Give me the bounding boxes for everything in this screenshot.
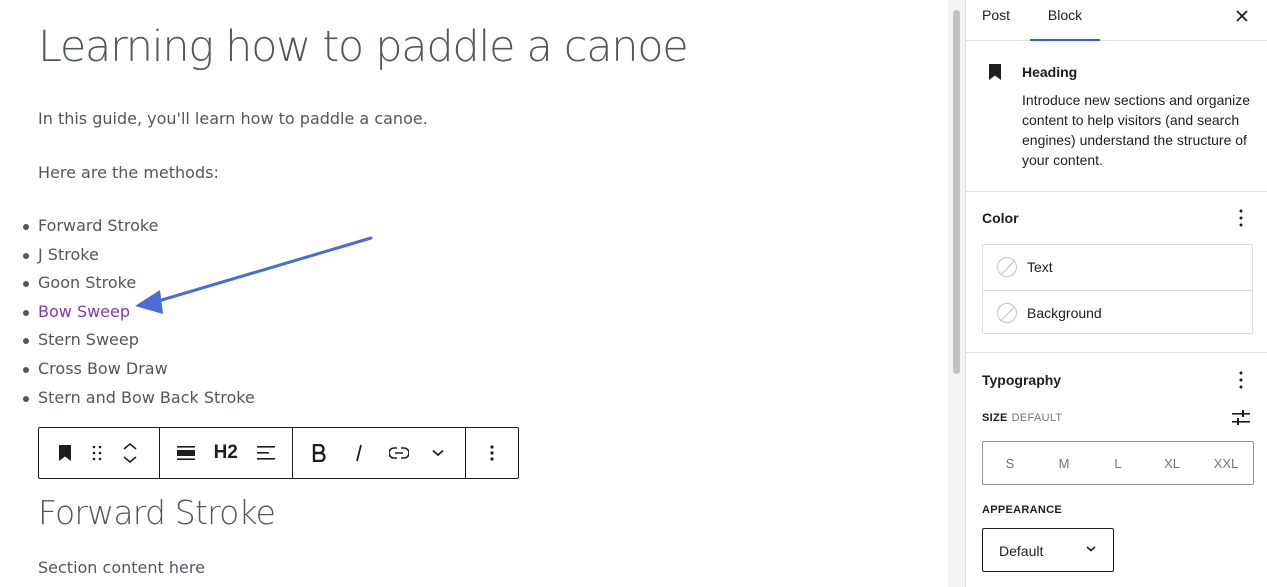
size-option-xxl[interactable]: XXL (1199, 442, 1253, 484)
settings-sidebar: Post Block Heading Introduce new section… (966, 0, 1267, 587)
appearance-select[interactable]: Default (982, 528, 1114, 572)
color-swatch-icon (997, 303, 1017, 323)
text-align-button[interactable] (240, 428, 292, 478)
size-option-s[interactable]: S (983, 442, 1037, 484)
text-color-option[interactable]: Text (983, 245, 1252, 290)
font-size-label: SIZE DEFAULT (982, 412, 1062, 424)
list-item[interactable]: Forward Stroke (0, 212, 255, 241)
block-card-description: Introduce new sections and organize cont… (1022, 92, 1251, 168)
typography-options-button[interactable] (1229, 368, 1253, 392)
move-up-icon[interactable] (123, 442, 137, 450)
color-option-label: Background (1027, 305, 1102, 321)
tab-post[interactable]: Post (982, 0, 1010, 40)
color-options-button[interactable] (1229, 206, 1253, 230)
italic-button[interactable] (345, 428, 373, 478)
block-card: Heading Introduce new sections and organ… (966, 41, 1267, 192)
section-content-paragraph[interactable]: Section content here (38, 558, 205, 577)
bold-icon (313, 444, 327, 462)
heading-level-button[interactable]: H2 (212, 428, 240, 478)
size-option-l[interactable]: L (1091, 442, 1145, 484)
background-color-option[interactable]: Background (983, 290, 1252, 335)
list-item[interactable]: Stern Sweep (0, 326, 255, 355)
align-wide-button[interactable] (160, 428, 212, 478)
block-card-title: Heading (1022, 64, 1078, 80)
editor-scrollbar[interactable] (948, 0, 966, 587)
format-group (293, 428, 466, 478)
scrollbar-thumb[interactable] (953, 10, 960, 374)
bookmark-icon (989, 64, 1001, 80)
color-swatch-icon (997, 257, 1017, 277)
block-type-group (39, 428, 160, 478)
block-options-button[interactable] (466, 428, 518, 478)
more-vertical-icon (490, 445, 494, 461)
intro-paragraph[interactable]: In this guide, you'll learn how to paddl… (38, 109, 428, 128)
methods-intro-paragraph[interactable]: Here are the methods: (38, 163, 219, 182)
appearance-label: APPEARANCE (982, 504, 1063, 516)
drag-handle[interactable] (91, 428, 103, 478)
align-wide-icon (176, 446, 195, 460)
size-label-text: SIZE (982, 412, 1008, 424)
options-group (466, 428, 518, 478)
close-sidebar-button[interactable] (1232, 6, 1252, 26)
link-button[interactable] (373, 428, 425, 478)
editor-canvas[interactable]: Learning how to paddle a canoe In this g… (0, 0, 948, 587)
section-heading[interactable]: Forward Stroke (38, 493, 276, 532)
color-settings: Text Background (982, 244, 1253, 334)
chevron-down-icon (1086, 546, 1096, 552)
panel-divider (966, 352, 1267, 353)
block-toolbar: H2 (38, 427, 519, 479)
sidebar-tabs: Post Block (966, 0, 1267, 41)
move-buttons (103, 428, 157, 478)
more-vertical-icon (1239, 371, 1243, 389)
custom-size-button[interactable] (1231, 408, 1251, 433)
list-item[interactable]: Stern and Bow Back Stroke (0, 384, 255, 413)
color-panel-title: Color (982, 210, 1019, 226)
chevron-down-icon (432, 449, 445, 457)
methods-list[interactable]: Forward Stroke J Stroke Goon Stroke Bow … (0, 212, 255, 412)
link-icon (389, 447, 410, 459)
block-type-button[interactable] (39, 428, 91, 478)
move-down-icon[interactable] (123, 456, 137, 464)
bookmark-icon (59, 445, 71, 461)
close-icon (1236, 10, 1248, 22)
align-left-icon (256, 446, 275, 460)
typography-panel-title: Typography (982, 372, 1062, 388)
drag-handle-icon (92, 445, 102, 461)
more-vertical-icon (1239, 209, 1243, 227)
bold-button[interactable] (293, 428, 345, 478)
color-option-label: Text (1027, 259, 1053, 275)
settings-sliders-icon (1232, 410, 1250, 425)
tab-block[interactable]: Block (1030, 0, 1100, 41)
font-size-picker: S M L XL XXL (982, 441, 1254, 485)
list-item[interactable]: Goon Stroke (0, 269, 255, 298)
more-formats-button[interactable] (425, 428, 451, 478)
heading-tools-group: H2 (160, 428, 294, 478)
size-default-value: DEFAULT (1011, 412, 1063, 424)
size-option-xl[interactable]: XL (1145, 442, 1199, 484)
italic-icon (356, 444, 363, 462)
list-item[interactable]: Cross Bow Draw (0, 355, 255, 384)
post-title[interactable]: Learning how to paddle a canoe (38, 22, 689, 72)
list-item-link[interactable]: Bow Sweep (0, 298, 255, 327)
list-item[interactable]: J Stroke (0, 241, 255, 270)
appearance-value: Default (999, 543, 1044, 559)
size-option-m[interactable]: M (1037, 442, 1091, 484)
